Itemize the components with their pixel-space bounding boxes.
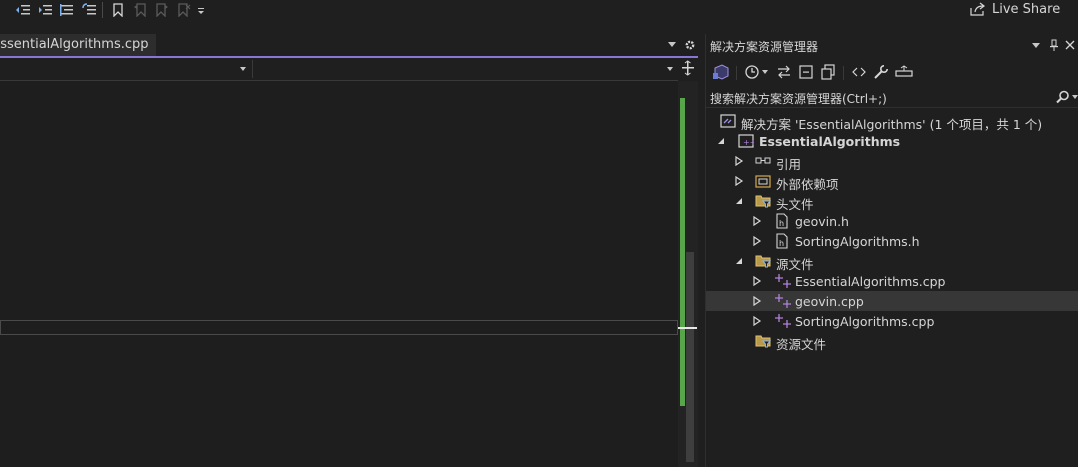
cpp-project-icon: ++ (738, 133, 754, 149)
tree-item-external-dependencies[interactable]: 外部依赖项 (706, 171, 1078, 192)
close-icon[interactable] (1065, 40, 1075, 50)
collapsed-arrow-icon[interactable] (752, 295, 762, 307)
scrollbar-thumb[interactable] (686, 252, 694, 462)
search-icon[interactable] (1056, 90, 1070, 104)
view-code-icon[interactable] (851, 64, 867, 80)
increase-indent-icon[interactable] (35, 0, 55, 20)
svg-text:h: h (779, 219, 784, 228)
filter-folder-icon (755, 333, 771, 349)
collapsed-arrow-icon[interactable] (734, 175, 744, 187)
properties-wrench-icon[interactable] (873, 64, 889, 80)
solution-icon (720, 113, 736, 129)
cpp-file-icon (774, 293, 791, 309)
collapsed-arrow-icon[interactable] (752, 235, 762, 247)
header-file-icon: h (774, 233, 790, 249)
toolbar-separator (843, 66, 844, 80)
main-toolbar: Live Share (0, 0, 1078, 30)
toolbar-separator (736, 66, 737, 80)
show-all-files-icon[interactable] (820, 64, 836, 80)
tree-item-sortingalgorithms-h[interactable]: h SortingAlgorithms.h (706, 231, 1078, 251)
expanded-arrow-icon[interactable] (716, 135, 726, 147)
pin-icon[interactable] (1049, 39, 1059, 51)
tree-item-geovin-h[interactable]: h geovin.h (706, 211, 1078, 231)
share-icon (970, 2, 986, 16)
code-editor[interactable] (0, 81, 678, 467)
sync-with-active-document-icon[interactable] (776, 64, 792, 80)
next-bookmark-icon[interactable] (152, 0, 172, 20)
tree-item-label: EssentialAlgorithms.cpp (795, 274, 946, 289)
navigation-bar (0, 58, 678, 81)
solution-explorer-search-input[interactable]: 搜索解决方案资源管理器(Ctrl+;) (706, 87, 1078, 108)
live-share-label: Live Share (992, 1, 1061, 17)
pending-changes-filter-icon[interactable] (744, 64, 760, 80)
collapsed-arrow-icon[interactable] (752, 215, 762, 227)
svg-text:++: ++ (743, 138, 754, 147)
filter-folder-icon (755, 193, 771, 209)
tree-item-label: SortingAlgorithms.h (795, 234, 920, 249)
tree-item-project[interactable]: ++ EssentialAlgorithms (706, 131, 1078, 151)
tree-item-source-files[interactable]: 源文件 (706, 251, 1078, 272)
references-icon (755, 153, 771, 169)
tree-item-references[interactable]: 引用 (706, 151, 1078, 172)
tab-essentialalgorithms-cpp[interactable]: EssentialAlgorithms.cpp (0, 34, 156, 56)
preview-selected-items-icon[interactable] (895, 64, 913, 80)
tree-item-label: EssentialAlgorithms (759, 134, 901, 149)
collapsed-arrow-icon[interactable] (752, 275, 762, 287)
tree-item-resource-files[interactable]: 资源文件 (706, 331, 1078, 352)
member-dropdown[interactable] (253, 60, 678, 78)
chevron-down-icon (240, 67, 246, 71)
external-deps-icon (755, 173, 771, 189)
expanded-arrow-icon[interactable] (734, 255, 744, 267)
split-window-icon[interactable] (681, 60, 695, 76)
uncomment-lines-icon[interactable] (79, 0, 99, 20)
tab-title: EssentialAlgorithms.cpp (0, 37, 149, 52)
tree-item-label: 资源文件 (776, 337, 827, 352)
document-tab-strip: EssentialAlgorithms.cpp (0, 34, 704, 56)
tree-item-header-files[interactable]: 头文件 (706, 191, 1078, 212)
tree-item-sortingalgorithms-cpp[interactable]: SortingAlgorithms.cpp (706, 311, 1078, 331)
toolbar-separator (102, 2, 103, 18)
tree-item-essentialalgorithms-cpp[interactable]: EssentialAlgorithms.cpp (706, 271, 1078, 291)
solution-explorer-toolbar (706, 60, 1078, 84)
toolbar-overflow-icon[interactable] (194, 0, 208, 20)
decrease-indent-icon[interactable] (13, 0, 33, 20)
current-line-highlight (0, 320, 678, 335)
previous-bookmark-icon[interactable] (130, 0, 150, 20)
switch-views-icon[interactable] (712, 64, 730, 80)
svg-text:h: h (779, 239, 784, 248)
gear-icon[interactable] (684, 39, 696, 51)
chevron-down-icon (667, 67, 673, 71)
scope-dropdown[interactable] (0, 60, 253, 78)
solution-explorer-panel: 解决方案资源管理器 搜索解决方案资源管理器(Ctrl+;) 解决方案 'Esse… (705, 34, 1078, 467)
collapsed-arrow-icon[interactable] (752, 315, 762, 327)
collapsed-arrow-icon[interactable] (734, 155, 744, 167)
bookmark-icon[interactable] (108, 0, 128, 20)
cpp-file-icon (774, 273, 791, 289)
tree-item-solution[interactable]: 解决方案 'EssentialAlgorithms' (1 个项目，共 1 个) (706, 111, 1078, 132)
panel-title: 解决方案资源管理器 (710, 40, 819, 54)
tree-item-label: geovin.h (795, 214, 849, 229)
tree-item-geovin-cpp[interactable]: geovin.cpp (706, 291, 1078, 311)
collapse-all-icon[interactable] (798, 64, 814, 80)
change-tracking-marker (680, 98, 685, 406)
cpp-file-icon (774, 313, 791, 329)
search-placeholder: 搜索解决方案资源管理器(Ctrl+;) (710, 92, 887, 106)
caret-position-marker (678, 327, 697, 329)
header-file-icon: h (774, 213, 790, 229)
comment-lines-icon[interactable] (57, 0, 77, 20)
expanded-arrow-icon[interactable] (734, 195, 744, 207)
tree-item-label: SortingAlgorithms.cpp (795, 314, 935, 329)
tree-item-label: geovin.cpp (795, 294, 864, 309)
clear-bookmarks-icon[interactable] (174, 0, 194, 20)
live-share-button[interactable]: Live Share (970, 0, 1060, 18)
filter-folder-icon (755, 253, 771, 269)
